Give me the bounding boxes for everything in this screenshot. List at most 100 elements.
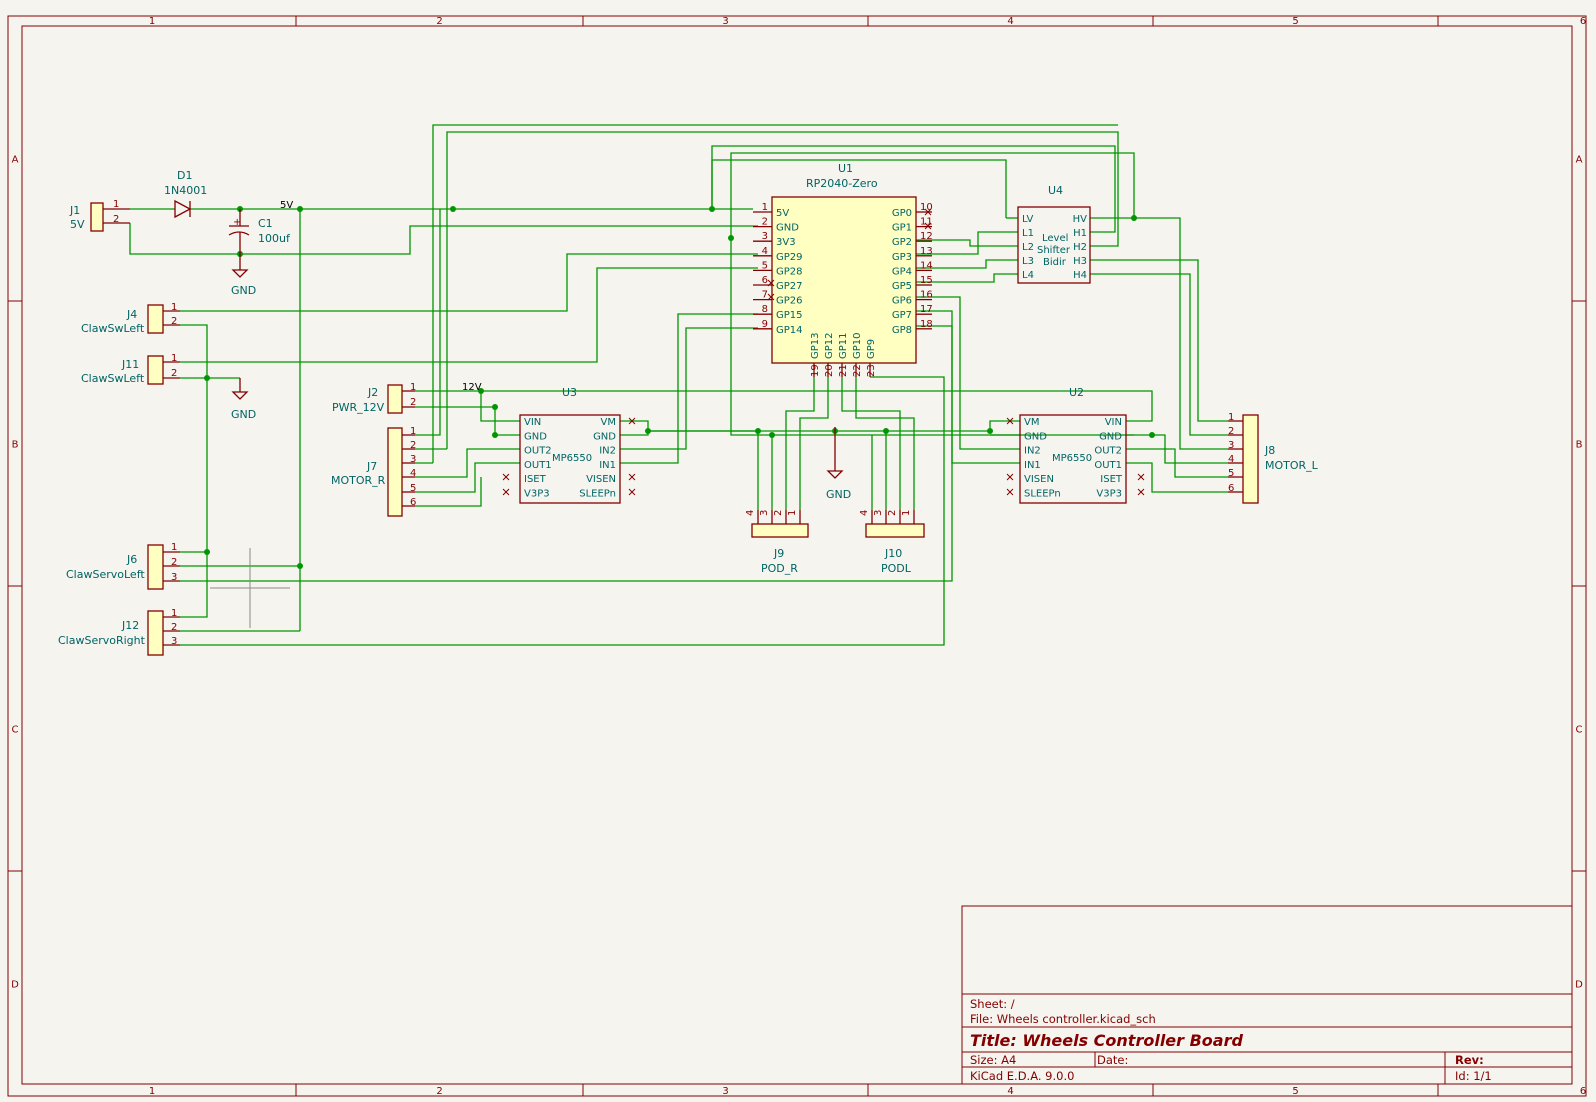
j9-value: POD_R — [761, 562, 798, 575]
title-block-sheet: Sheet: / — [970, 997, 1015, 1011]
u1-pin-name: GP7 — [892, 310, 912, 321]
u1-pin-number: 2 — [762, 217, 768, 228]
j11-ref: J11 — [121, 358, 139, 371]
u1-pin-name: GP12 — [824, 332, 835, 359]
chip-pin-name: GND — [593, 431, 616, 442]
j7-pin6: 6 — [410, 497, 416, 508]
junction-dot — [769, 432, 775, 438]
junction-dot — [492, 432, 498, 438]
u1-pin-name: GP5 — [892, 281, 912, 292]
title-block-size: Size: A4 — [970, 1053, 1016, 1067]
j12-pin1: 1 — [171, 608, 177, 619]
u1-pin-number: 9 — [762, 319, 768, 330]
u1-pin-number: 10 — [920, 202, 933, 213]
u1-pin-number: 19 — [810, 364, 821, 377]
j8-pin3: 3 — [1228, 440, 1234, 451]
j8-ref: J8 — [1264, 444, 1275, 457]
j9-pin4: 4 — [745, 510, 756, 516]
u1-pin-number: 21 — [838, 364, 849, 377]
u4-pin-name: HV — [1073, 214, 1088, 225]
j7-pin2: 2 — [410, 440, 416, 451]
u1-pin-name: GP28 — [776, 266, 803, 277]
junction-dot — [1149, 432, 1155, 438]
j2-ref: J2 — [367, 386, 378, 399]
schematic-sheet: 112233445566A AB BC CD D J1 5V 1 2 D1 1N… — [0, 0, 1596, 1102]
chip-pin-name: OUT2 — [524, 446, 552, 457]
u1-pin-name: 5V — [776, 208, 789, 219]
j9-pin2: 2 — [773, 510, 784, 516]
j8-value: MOTOR_L — [1265, 459, 1319, 472]
u1-ref: U1 — [838, 162, 853, 175]
u1-pin-number: 8 — [762, 304, 768, 315]
chip-pin-name: V3P3 — [524, 489, 550, 500]
frame-col-label-bottom: 4 — [1007, 1086, 1013, 1097]
u1-pin-name: GP1 — [892, 223, 912, 234]
j7-pin4: 4 — [410, 468, 416, 479]
d1-ref: D1 — [177, 169, 192, 182]
j10-pin3: 3 — [873, 510, 884, 516]
chip-pin-name: VISEN — [586, 474, 616, 485]
u4-pin-name: L3 — [1022, 256, 1034, 267]
u1-pin-number: 23 — [866, 364, 877, 377]
j6-ref: J6 — [126, 553, 137, 566]
chip-pin-name: IN2 — [599, 446, 616, 457]
chip-pin-name: SLEEPn — [1024, 489, 1061, 500]
u4-body-line3: Bidir — [1043, 257, 1067, 268]
j12-pin2: 2 — [171, 622, 177, 633]
j10-pin4: 4 — [859, 510, 870, 516]
chip-pin-name: VM — [1024, 417, 1039, 428]
frame-row-label-right: A — [1576, 155, 1583, 166]
u1-pin-number: 5 — [762, 260, 768, 271]
u1-pin-number: 6 — [762, 275, 768, 286]
junction-dot — [204, 549, 210, 555]
u1-pin-name: GP15 — [776, 310, 803, 321]
chip-pin-name: OUT2 — [1094, 446, 1122, 457]
j12-pin3: 3 — [171, 636, 177, 647]
j10-pin2: 2 — [887, 510, 898, 516]
u1-pin-number: 13 — [920, 246, 933, 257]
j6-pin1: 1 — [171, 542, 177, 553]
chip-pin-name: VIN — [1105, 417, 1122, 428]
gnd-label-2: GND — [231, 408, 256, 421]
u1-pin-name: GP27 — [776, 281, 803, 292]
junction-dot — [883, 428, 889, 434]
u1-pin-number: 14 — [920, 260, 933, 271]
frame-row-label-right: C — [1576, 725, 1583, 736]
j1-pin2: 2 — [113, 214, 119, 225]
j11-pin1: 1 — [171, 353, 177, 364]
u1-pin-number: 11 — [920, 217, 933, 228]
junction-dot — [204, 375, 210, 381]
u1-pin-number: 16 — [920, 290, 933, 301]
u4-pin-name: H1 — [1073, 228, 1087, 239]
junction-dot — [1131, 215, 1137, 221]
chip-pin-name: IN1 — [599, 460, 616, 471]
j10-pin1: 1 — [901, 510, 912, 516]
title-block-title: Title: Wheels Controller Board — [970, 1031, 1243, 1050]
j6-value: ClawServoLeft — [66, 568, 145, 581]
title-block-date: Date: — [1097, 1053, 1128, 1067]
junction-dot — [987, 428, 993, 434]
chip-pin-name: OUT1 — [524, 460, 552, 471]
u4-pin-name: L2 — [1022, 242, 1034, 253]
junction-dot — [297, 206, 303, 212]
chip-pin-name: VIN — [524, 417, 541, 428]
u1-pin-name: GP3 — [892, 252, 912, 263]
u4-ref: U4 — [1048, 184, 1063, 197]
j10-ref: J10 — [884, 547, 902, 560]
u4-body-line1: Level — [1042, 233, 1068, 244]
frame-row-label-left: C — [12, 725, 19, 736]
u1-pin-number: 1 — [762, 202, 768, 213]
j11-value: ClawSwLeft — [81, 372, 145, 385]
u1-pin-number: 17 — [920, 304, 933, 315]
frame-col-label-top: 2 — [436, 16, 442, 27]
junction-dot — [755, 428, 761, 434]
j12-value: ClawServoRight — [58, 634, 146, 647]
frame-row-label-left: D — [11, 980, 19, 991]
frame-row-label-left: B — [12, 440, 19, 451]
frame-col-label-top: 5 — [1292, 16, 1298, 27]
j8-pin1: 1 — [1228, 412, 1234, 423]
frame-col-label-bottom: 5 — [1292, 1086, 1298, 1097]
u1-pin-number: 4 — [762, 246, 768, 257]
u4-pin-name: H3 — [1073, 256, 1087, 267]
chip-pin-name: ISET — [524, 474, 547, 485]
